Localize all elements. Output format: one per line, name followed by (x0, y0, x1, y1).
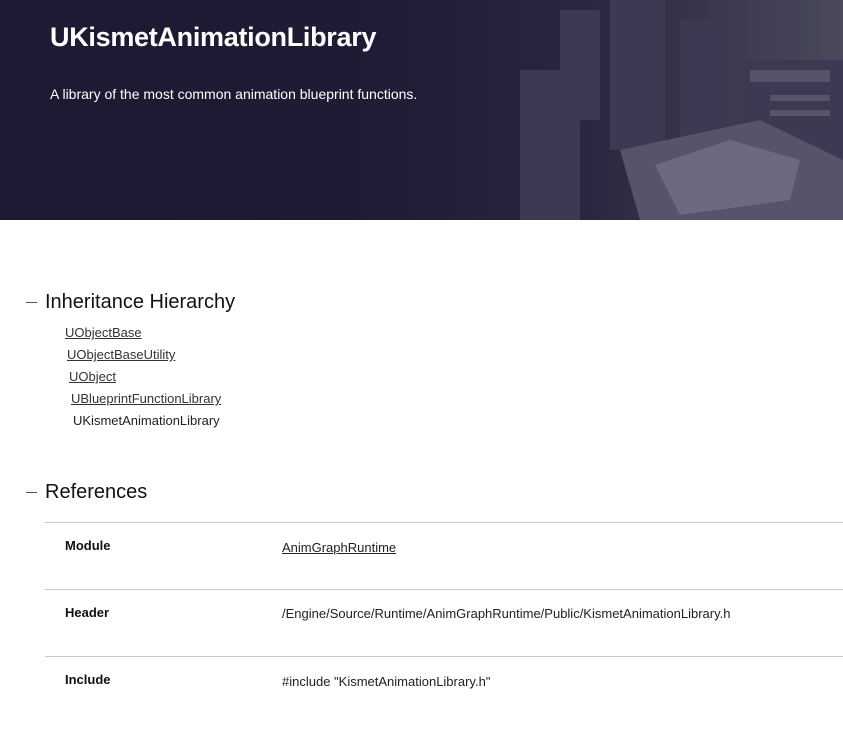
hierarchy-link-uobjectbase[interactable]: UObjectBase (65, 325, 142, 340)
table-row: Header /Engine/Source/Runtime/AnimGraphR… (45, 589, 843, 656)
ref-key-include: Include (65, 672, 111, 687)
table-row: Module AnimGraphRuntime (45, 522, 843, 589)
ref-key-module: Module (65, 538, 111, 553)
page-title: UKismetAnimationLibrary (50, 22, 377, 52)
hierarchy-current-class: UKismetAnimationLibrary (73, 413, 220, 428)
inheritance-section-header[interactable]: Inheritance Hierarchy (26, 291, 235, 314)
hierarchy-link-ublueprintfunctionlibrary[interactable]: UBlueprintFunctionLibrary (71, 391, 221, 406)
collapse-icon[interactable] (26, 302, 37, 303)
table-row: Include #include "KismetAnimationLibrary… (45, 656, 843, 723)
module-link[interactable]: AnimGraphRuntime (282, 540, 396, 555)
include-directive: #include "KismetAnimationLibrary.h" (282, 674, 491, 689)
references-heading: References (45, 481, 148, 503)
collapse-icon[interactable] (26, 492, 37, 493)
hierarchy-link-uobjectbaseutility[interactable]: UObjectBaseUtility (67, 347, 175, 362)
header-path: /Engine/Source/Runtime/AnimGraphRuntime/… (282, 606, 731, 621)
ref-key-header: Header (65, 605, 110, 620)
references-table: Module AnimGraphRuntime Header /Engine/S… (45, 522, 843, 723)
references-section-header[interactable]: References (26, 481, 147, 504)
inheritance-heading: Inheritance Hierarchy (45, 291, 236, 313)
page-header: UKismetAnimationLibrary A library of the… (0, 0, 843, 220)
hierarchy-link-uobject[interactable]: UObject (69, 369, 116, 384)
page-description: A library of the most common animation b… (50, 86, 418, 102)
